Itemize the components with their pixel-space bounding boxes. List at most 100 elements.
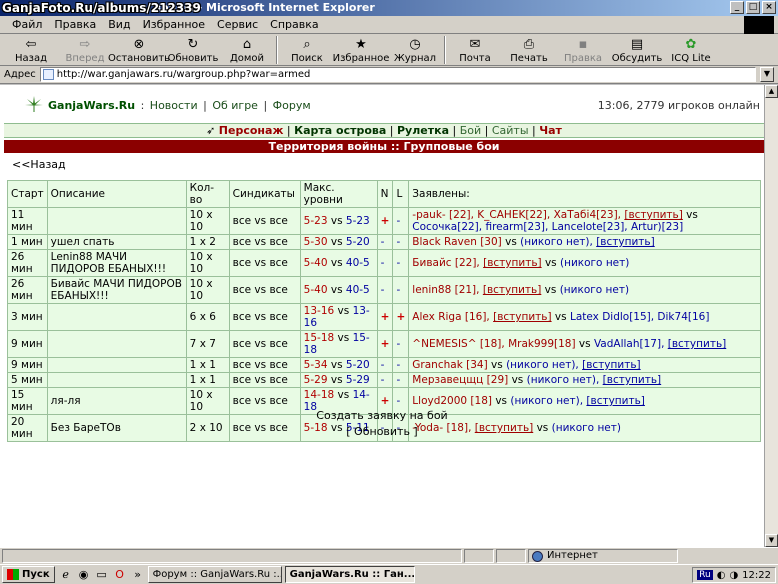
nav-about-link[interactable]: Об игре [212,99,258,112]
side-b-players[interactable]: Сосочка[22], firearm[23], Lancelote[23],… [412,221,683,233]
ie-quicklaunch-icon[interactable]: ℯ [59,568,73,582]
subnav-roulette-link[interactable]: Рулетка [397,124,449,137]
edit-button[interactable]: ▪ Правка [556,34,610,66]
site-header: GanjaWars.Ru : Новости | Об игре | Форум… [0,85,764,123]
mail-icon: ✉ [469,36,481,52]
side-b-players[interactable]: (никого нет) [560,284,629,296]
mail-button[interactable]: ✉ Почта [448,34,502,66]
side-a-players[interactable]: Бивайс [22], [412,257,479,269]
discuss-icon: ▤ [630,36,644,52]
site-brand-link[interactable]: GanjaWars.Ru [48,99,135,112]
side-a-players[interactable]: Мерзавецщц [29] [412,374,508,386]
col-header: N [376,180,394,208]
menu-help[interactable]: Справка [264,18,324,31]
join-side-b-link[interactable]: [вступить] [586,395,644,407]
back-link[interactable]: <<Назад [12,158,66,171]
favorites-button[interactable]: ★ Избранное [333,34,390,66]
subnav-map-link[interactable]: Карта острова [294,124,386,137]
table-row: 26 мин Lenin88 МАЧИ ПИДОРОВ ЕБАНЫХ!!! 10 x… [7,249,761,277]
icq-button[interactable]: ✿ ICQ Lite [664,34,718,66]
scroll-up-icon[interactable]: ▲ [765,85,778,98]
menu-file[interactable]: Файл [6,18,48,31]
side-a-players[interactable]: Alex Riga [16], [412,311,489,323]
tray-icon[interactable]: ◐ [717,570,726,581]
address-input[interactable]: http://war.ganjawars.ru/wargroup.php?war… [39,67,756,82]
side-a-players[interactable]: Lloyd2000 [18] [412,395,492,407]
opera-quicklaunch-icon[interactable]: O [113,568,127,582]
join-side-b-link[interactable]: [вступить] [582,359,640,371]
cell-registered: Бивайс [22], [вступить] vs (никого нет) [408,249,761,277]
vertical-scrollbar[interactable]: ▲ ▼ [764,85,778,547]
nav-forum-link[interactable]: Форум [273,99,311,112]
table-row: 1 мин ушел спать 1 x 2 все vs все 5-30 vs 5-… [7,234,761,250]
print-button[interactable]: ⎙ Печать [502,34,556,66]
side-a-players[interactable]: Granchak [34] [412,359,487,371]
nav-news-link[interactable]: Новости [150,99,198,112]
minimize-button[interactable]: _ [730,1,744,14]
side-b-players[interactable]: VadAllah[17], [594,338,664,350]
task-forum-button[interactable]: Форум :: GanjaWars.Ru :... [147,566,282,583]
side-a-players[interactable]: Black Raven [30] [412,236,501,248]
stop-button[interactable]: ⊗ Остановить [108,34,170,66]
forward-button[interactable]: ⇨ Вперед [58,34,112,66]
cell-syndicates: все vs все [228,207,301,235]
level-range-a: 13-16 [303,305,335,317]
back-button[interactable]: ⇦ Назад [4,34,58,66]
side-a-players[interactable]: -pauk- [22], K_CAHEK[22], ХаТабі4[23], [412,209,621,221]
maximize-button[interactable]: □ [746,1,760,14]
refresh-button[interactable]: ↻ Обновить [166,34,220,66]
address-dropdown-button[interactable]: ▼ [760,67,774,82]
subnav-chat-link[interactable]: Чат [539,124,562,137]
subnav-character-link[interactable]: Персонаж [219,124,284,137]
back-arrow-icon: ⇦ [25,36,37,52]
menu-tools[interactable]: Сервис [211,18,264,31]
side-a-players[interactable]: ^NEMESIS^ [18], Mrak999[18] [412,338,575,350]
side-b-players[interactable]: (никого нет), [506,359,579,371]
subnav-sites-link[interactable]: Сайты [492,124,529,137]
task-ganjawars-button[interactable]: GanjaWars.Ru :: Ган... [284,566,415,583]
history-button[interactable]: ◷ Журнал [388,34,442,66]
join-side-b-link[interactable]: [вступить] [668,338,726,350]
status-cell [464,549,494,563]
search-button[interactable]: ⌕ Поиск [280,34,334,66]
language-indicator[interactable]: Ru [697,570,713,580]
join-side-a-link[interactable]: [вступить] [624,209,682,221]
cell-levels: 5-34 vs 5-20 [299,357,378,373]
scroll-down-icon[interactable]: ▼ [765,534,778,547]
create-battle-link[interactable]: Создать заявку на бой [0,409,764,422]
level-range-a: 5-30 [303,236,328,248]
side-b-players[interactable]: (никого нет) [560,257,629,269]
tray-icon[interactable]: ◑ [729,570,738,581]
quicklaunch-more-icon[interactable]: » [131,568,145,582]
join-side-b-link[interactable]: [вступить] [603,374,661,386]
menu-edit[interactable]: Правка [48,18,102,31]
cell-registered: Alex Riga [16], [вступить] vs Latex Didl… [408,303,761,331]
join-side-a-link[interactable]: [вступить] [483,284,541,296]
desktop-quicklaunch-icon[interactable]: ▭ [95,568,109,582]
taskbar: Пуск ℯ ◉ ▭ O » Форум :: GanjaWars.Ru :..… [0,564,778,584]
join-side-a-link[interactable]: [вступить] [483,257,541,269]
address-bar: Адрес http://war.ganjawars.ru/wargroup.p… [0,66,778,84]
side-b-players[interactable]: Latex Didlo[15], Dik74[16] [570,311,709,323]
side-b-players[interactable]: (никого нет), [510,395,583,407]
join-side-b-link[interactable]: [вступить] [596,236,654,248]
home-button[interactable]: ⌂ Домой [220,34,274,66]
outlook-quicklaunch-icon[interactable]: ◉ [77,568,91,582]
start-button[interactable]: Пуск [2,566,55,583]
cell-registered: -pauk- [22], K_CAHEK[22], ХаТабі4[23], [… [408,207,761,235]
discuss-button[interactable]: ▤ Обсудить [610,34,664,66]
menu-view[interactable]: Вид [102,18,136,31]
join-side-a-link[interactable]: [вступить] [493,311,551,323]
subnav-battle-link[interactable]: Бой [460,124,481,137]
cell-registered: lenin88 [21], [вступить] vs (никого нет) [408,276,761,304]
refresh-list-link[interactable]: [ Обновить ] [0,425,764,438]
clock: 12:22 [742,569,771,581]
side-b-players[interactable]: (никого нет), [527,374,600,386]
cell-syndicates: все vs все [228,234,301,250]
side-b-players[interactable]: (никого нет), [520,236,593,248]
close-button[interactable]: × [762,1,776,14]
menu-favorites[interactable]: Избранное [137,18,211,31]
side-a-players[interactable]: lenin88 [21], [412,284,479,296]
windows-flag-icon [7,569,19,580]
site-nav: GanjaWars.Ru : Новости | Об игре | Форум [48,99,311,112]
